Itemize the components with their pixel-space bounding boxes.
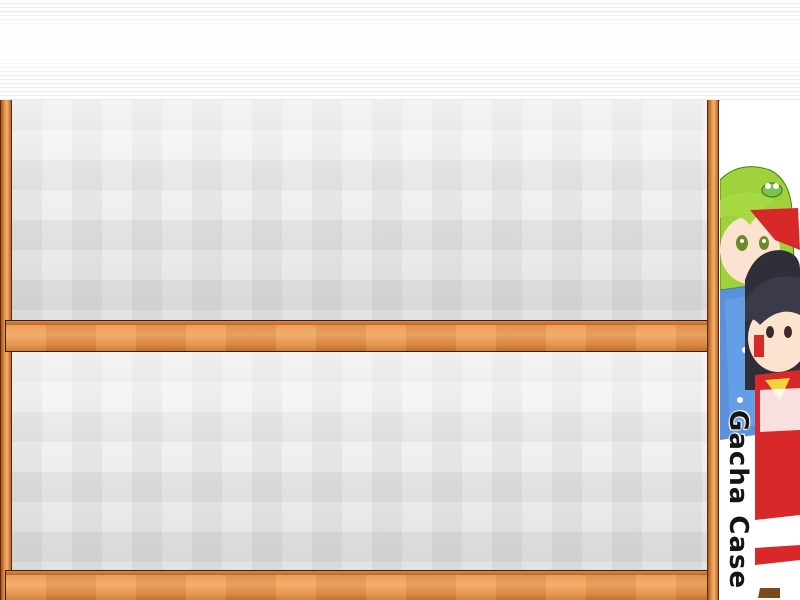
lower-shelf-board (5, 570, 715, 600)
upper-shelf-board (5, 320, 715, 352)
header-bar (0, 0, 800, 102)
lower-shelf-slot[interactable] (12, 352, 707, 570)
side-panel-title: Gacha Case (723, 410, 753, 590)
display-cabinet (0, 100, 720, 600)
gacha-case-screen: Gacha Case (0, 0, 800, 600)
upper-shelf-slot[interactable] (12, 100, 707, 320)
